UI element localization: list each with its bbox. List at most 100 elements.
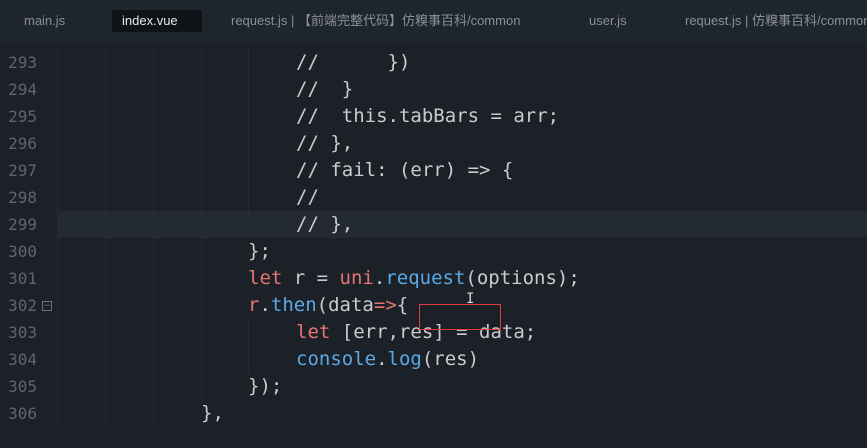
indent-guide [105,49,107,76]
indent-guide [57,346,59,373]
indent-guide [248,130,250,157]
code-line[interactable]: 305}); [0,373,867,400]
indent-guide [153,184,155,211]
indent-guide [57,292,59,319]
tab-request-js-complete[interactable]: request.js | 【前端完整代码】仿糗事百科/common [231,10,520,32]
indent-guide [57,400,59,427]
indent-guide [153,238,155,265]
indent-guide [248,184,250,211]
indent-guide [57,265,59,292]
indent-guide [105,373,107,400]
code-text: console.log(res) [296,346,479,373]
indent-guide [105,76,107,103]
fold-toggle-icon[interactable]: − [42,301,52,311]
code-text: r.then(data=>{ [248,292,408,319]
code-line[interactable]: 295 // this.tabBars = arr; [0,103,867,130]
code-text: }, [201,400,224,427]
code-token: request [385,267,466,289]
code-token: . [373,267,386,289]
code-text: let r = uni.request(options); [248,265,580,292]
code-line[interactable]: 301 let r = uni.request(options); [0,265,867,292]
code-line[interactable]: 293 // }) [0,49,867,76]
indent-guide [153,211,155,238]
code-token: . [259,294,271,316]
code-token: let [248,267,283,289]
code-text: // [296,184,319,211]
indent-guide [201,103,203,130]
indent-guide [153,130,155,157]
code-token: // }, [296,132,354,154]
line-number: 305 [8,377,37,396]
indent-guide [153,400,155,427]
indent-guide [153,319,155,346]
indent-guide [153,265,155,292]
code-text: // fail: (err) => { [296,157,513,184]
code-text: // }, [296,130,353,157]
line-number: 296 [8,134,37,153]
indent-guide [105,292,107,319]
code-token: (res) [421,348,480,370]
indent-guide [153,373,155,400]
indent-guide [248,103,250,130]
indent-guide [105,130,107,157]
line-number: 302 [8,296,37,315]
tab-index-vue[interactable]: index.vue [112,10,202,32]
code-token: }; [248,240,271,262]
code-token: // [296,186,319,208]
code-token: // }, [296,213,354,235]
indent-guide [57,130,59,157]
code-line[interactable]: 298 // [0,184,867,211]
code-token: r [248,294,260,316]
code-line[interactable]: 297 // fail: (err) => { [0,157,867,184]
indent-guide [105,238,107,265]
indent-guide [201,292,203,319]
line-number: 300 [8,242,37,261]
indent-guide [153,292,155,319]
indent-guide [201,211,203,238]
code-line[interactable]: 296 // }, [0,130,867,157]
current-line-highlight [58,211,867,238]
indent-guide [105,157,107,184]
indent-guide [248,346,250,373]
indent-guide [248,49,250,76]
code-text: }); [248,373,282,400]
indent-guide [248,319,250,346]
code-token: . [376,348,388,370]
line-number: 298 [8,188,37,207]
line-number: 304 [8,350,37,369]
indent-guide [57,373,59,400]
indent-guide [57,184,59,211]
code-line[interactable]: 306}, [0,400,867,427]
text-cursor-icon: I [466,291,475,307]
indent-guide [201,238,203,265]
indent-guide [105,400,107,427]
indent-guide [248,76,250,103]
code-line[interactable]: 300}; [0,238,867,265]
indent-guide [201,346,203,373]
indent-guide [201,76,203,103]
tab-request-js-common[interactable]: request.js | 仿糗事百科/common [685,10,867,32]
line-number: 306 [8,404,37,423]
tab-user-js[interactable]: user.js [589,10,627,32]
code-token: => [373,294,397,316]
code-token: // fail: (err) => { [296,159,514,181]
indent-guide [201,157,203,184]
indent-guide [105,346,107,373]
line-number: 301 [8,269,37,288]
indent-guide [248,211,250,238]
code-token: let [296,321,331,343]
indent-guide [105,265,107,292]
line-number: 294 [8,80,37,99]
code-editor[interactable]: 293 // }) 294 // } 295 // this.tabBars = arr;… [0,42,867,448]
code-line[interactable]: 294 // } [0,76,867,103]
highlight-box [419,304,501,330]
tab-main-js[interactable]: main.js [24,10,65,32]
line-number: 295 [8,107,37,126]
indent-guide [201,184,203,211]
code-line[interactable]: 304 console.log(res) [0,346,867,373]
code-line[interactable]: 299 // }, [0,211,867,238]
code-text: // } [296,76,353,103]
indent-guide [201,130,203,157]
indent-guide [57,319,59,346]
indent-guide [153,76,155,103]
